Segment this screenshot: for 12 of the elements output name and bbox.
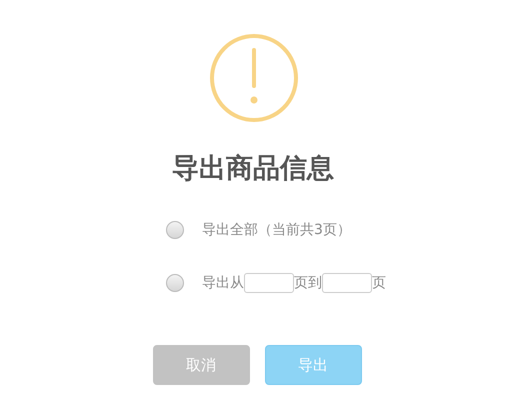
option-label: 页到 xyxy=(294,274,322,292)
option-label: 页 xyxy=(372,274,386,292)
option-label: 导出全部（当前共3页） xyxy=(202,221,351,239)
cancel-button[interactable]: 取消 xyxy=(152,345,250,385)
radio-button[interactable] xyxy=(166,221,184,239)
page-input-field[interactable] xyxy=(322,273,372,293)
dialog-title: 导出商品信息 xyxy=(172,152,334,186)
export-button[interactable]: 导出 xyxy=(264,345,362,385)
option-label: 导出从 xyxy=(202,274,244,292)
radio-button[interactable] xyxy=(166,274,184,292)
page-input-field[interactable] xyxy=(244,273,294,293)
warning-icon xyxy=(209,33,299,123)
